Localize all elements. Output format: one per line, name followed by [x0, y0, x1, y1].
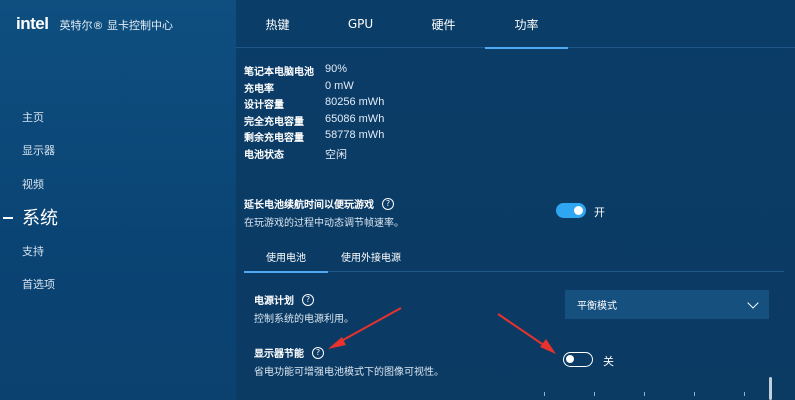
sidebar-item-label: 显示器 — [22, 144, 55, 158]
intel-logo: intel — [16, 14, 49, 33]
setting-title: 延长电池续航时间以便玩游戏 ? — [244, 196, 784, 211]
info-key: 设计容量 — [244, 100, 284, 111]
app-title: 英特尔® 显卡控制中心 — [59, 19, 173, 32]
slider-tick — [744, 392, 745, 396]
info-row: 充电率 0 mW — [244, 80, 384, 97]
sidebar-item-label: 首选项 — [22, 278, 55, 292]
battery-info-list: 笔记本电脑电池 90% 充电率 0 mW 设计容量 80256 mWh 完全充电容量 6… — [244, 63, 384, 162]
sidebar-item-system[interactable]: 系统 — [0, 201, 236, 235]
setting-title-text: 电源计划 — [254, 296, 294, 307]
tab-gpu[interactable]: GPU — [319, 0, 402, 48]
info-key: 剩余充电容量 — [244, 133, 304, 144]
tab-on-battery[interactable]: 使用电池 — [244, 240, 328, 273]
setting-desc: 在玩游戏的过程中动态调节帧速率。 — [244, 218, 404, 229]
setting-title: 电源计划 ? — [254, 292, 354, 307]
info-row: 完全充电容量 65086 mWh — [244, 113, 384, 130]
info-row: 笔记本电脑电池 90% — [244, 63, 384, 80]
power-plan-setting: 电源计划 ? 控制系统的电源利用。 — [254, 292, 354, 325]
extend-battery-gaming-setting: 延长电池续航时间以便玩游戏 ? 在玩游戏的过程中动态调节帧速率。 — [244, 196, 784, 229]
tab-plugged-in[interactable]: 使用外接电源 — [328, 240, 414, 272]
info-value: 65086 mWh — [325, 112, 385, 125]
arrow-right — [497, 313, 556, 354]
sidebar-item-video[interactable]: 视频 — [0, 167, 236, 201]
info-value: 0 mW — [325, 79, 354, 92]
slider-tick — [694, 392, 695, 396]
sidebar-item-home[interactable]: 主页 — [0, 100, 236, 134]
tab-power[interactable]: 功率 — [485, 0, 568, 49]
info-value: 90% — [325, 63, 348, 75]
info-value: 80256 mWh — [325, 96, 385, 108]
info-row: 设计容量 80256 mWh — [244, 96, 384, 113]
sidebar-item-support[interactable]: 支持 — [0, 234, 236, 268]
sidebar: intel 英特尔® 显卡控制中心 主页 显示器 视频 系统 支持 首选项 — [0, 0, 236, 400]
info-value: 58778 mWh — [325, 129, 385, 141]
display-power-saving-setting: 显示器节能 ? 省电功能可增强电池模式下的图像可视性。 — [254, 345, 444, 378]
display-saving-state: 关 — [603, 355, 614, 368]
setting-desc: 省电功能可增强电池模式下的图像可视性。 — [254, 367, 444, 378]
help-icon[interactable]: ? — [302, 293, 314, 306]
info-key: 充电率 — [244, 83, 274, 95]
active-indicator — [3, 216, 13, 219]
help-icon[interactable]: ? — [312, 346, 324, 359]
info-value: 空闲 — [325, 148, 347, 161]
info-key: 笔记本电脑电池 — [244, 67, 314, 78]
setting-title-text: 延长电池续航时间以便玩游戏 — [244, 200, 374, 211]
setting-title: 显示器节能 ? — [254, 345, 444, 360]
tab-hardware[interactable]: 硬件 — [402, 0, 485, 48]
display-saving-toggle[interactable] — [563, 352, 593, 367]
main-panel: 热键 GPU 硬件 功率 笔记本电脑电池 90% 充电率 0 mW 设计容量 8025… — [236, 0, 795, 400]
chevron-down-icon — [747, 296, 759, 309]
sidebar-item-preferences[interactable]: 首选项 — [0, 268, 236, 302]
info-row: 剩余充电容量 58778 mWh — [244, 129, 384, 146]
slider-ticks — [254, 392, 774, 396]
help-icon[interactable]: ? — [382, 197, 394, 210]
extend-gaming-toggle[interactable] — [556, 203, 586, 218]
scrollbar[interactable] — [769, 377, 772, 400]
brand: intel 英特尔® 显卡控制中心 — [16, 14, 173, 34]
toggle-knob — [574, 206, 583, 215]
power-plan-value: 平衡模式 — [577, 301, 617, 312]
info-row: 电池状态 空闲 — [244, 146, 384, 163]
power-source-tabs: 使用电池 使用外接电源 — [244, 240, 784, 273]
info-key: 完全充电容量 — [244, 116, 304, 128]
slider-tick — [644, 392, 645, 396]
sidebar-item-display[interactable]: 显示器 — [0, 134, 236, 168]
extend-gaming-state: 开 — [594, 206, 605, 219]
slider-tick — [594, 392, 595, 396]
power-plan-select[interactable]: 平衡模式 — [565, 290, 769, 319]
sidebar-item-label: 支持 — [22, 244, 44, 258]
slider-tick — [544, 392, 545, 396]
setting-desc: 控制系统的电源利用。 — [254, 314, 354, 325]
info-key: 电池状态 — [244, 149, 284, 161]
sidebar-item-label: 视频 — [22, 177, 44, 191]
sidebar-nav: 主页 显示器 视频 系统 支持 首选项 — [0, 100, 236, 301]
sidebar-item-label: 主页 — [22, 110, 44, 124]
setting-title-text: 显示器节能 — [254, 349, 304, 360]
sidebar-item-label: 系统 — [22, 208, 58, 230]
top-tabs: 热键 GPU 硬件 功率 — [236, 0, 795, 49]
tab-hotkeys[interactable]: 热键 — [236, 0, 319, 48]
toggle-knob — [566, 355, 574, 363]
